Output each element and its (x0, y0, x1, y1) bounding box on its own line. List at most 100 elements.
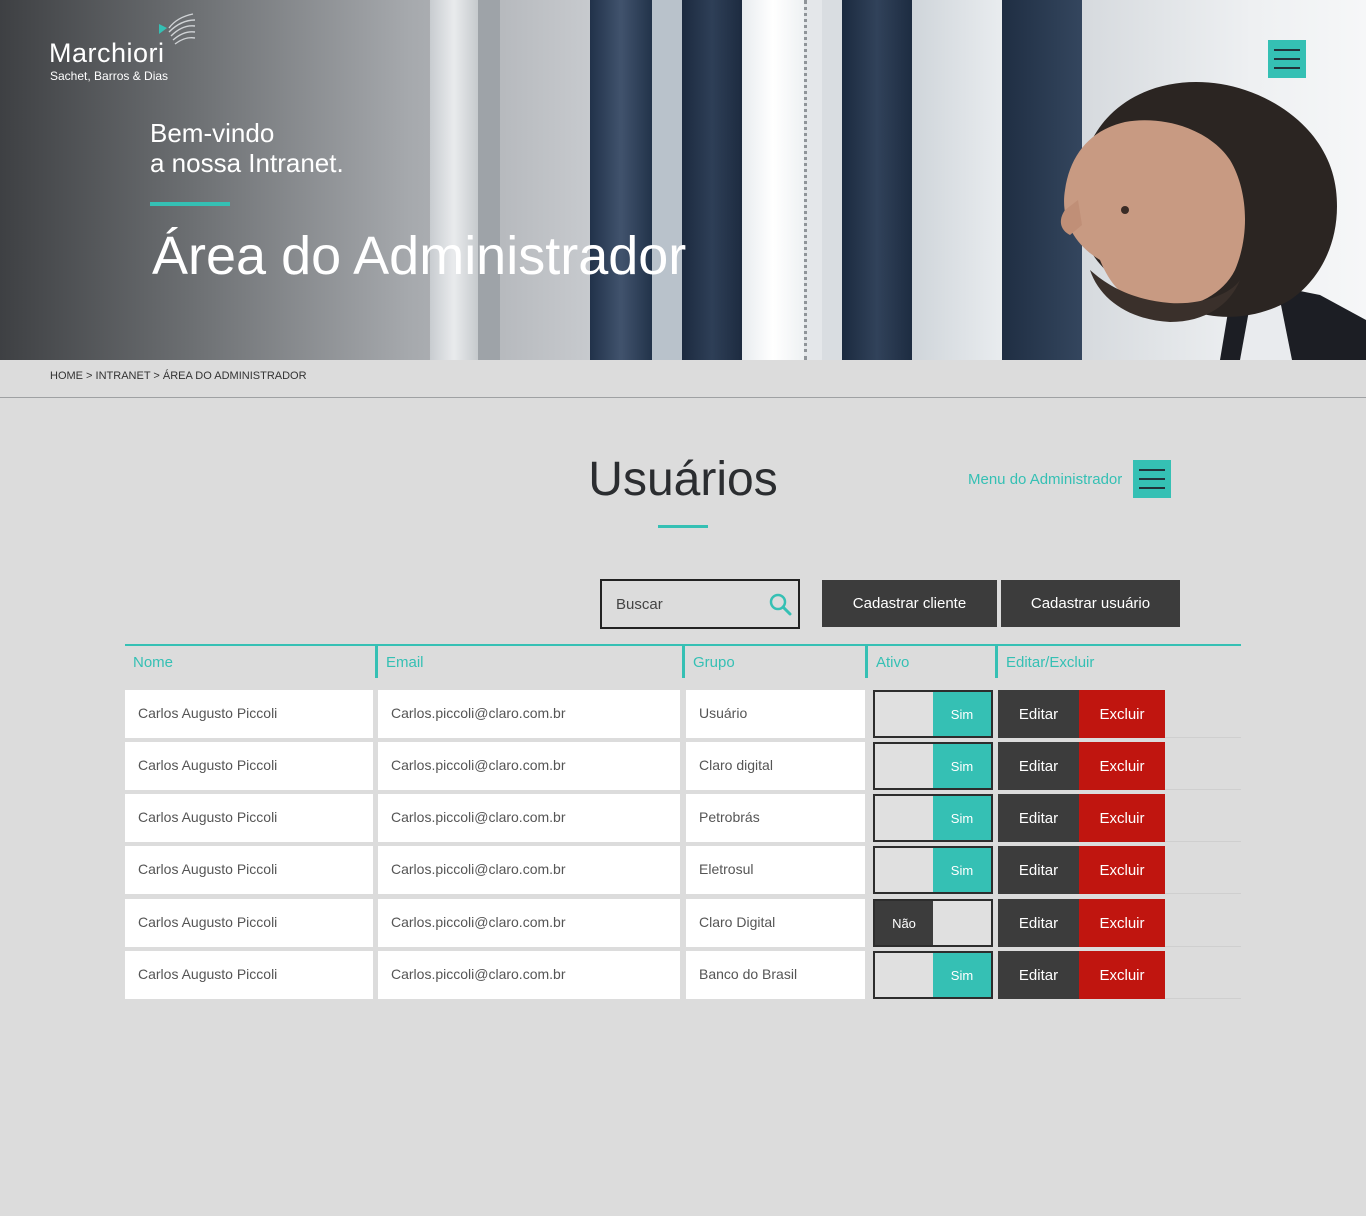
active-toggle-knob: Sim (933, 744, 991, 788)
hamburger-icon-bar (1274, 49, 1300, 51)
active-toggle[interactable]: Sim (873, 846, 993, 894)
active-toggle[interactable]: Não (873, 899, 993, 947)
search-icon[interactable] (768, 592, 792, 616)
cell-email: Carlos.piccoli@claro.com.br (378, 742, 680, 790)
breadcrumb-intranet-link[interactable]: INTRANET (96, 370, 151, 382)
table-row: Carlos Augusto Piccoli Carlos.piccoli@cl… (125, 951, 1241, 999)
cell-group: Petrobrás (686, 794, 865, 842)
active-toggle[interactable]: Sim (873, 794, 993, 842)
hero-window-frame (430, 0, 478, 360)
active-toggle[interactable]: Sim (873, 951, 993, 999)
column-header-label: Editar/Excluir (1006, 654, 1095, 671)
admin-menu-hamburger-icon[interactable] (1133, 460, 1172, 498)
search-input[interactable] (602, 581, 762, 627)
edit-button[interactable]: Editar (998, 951, 1079, 999)
breadcrumb-separator: > (83, 370, 96, 382)
delete-button[interactable]: Excluir (1079, 794, 1165, 842)
active-toggle-knob: Não (875, 901, 933, 945)
cell-name: Carlos Augusto Piccoli (125, 794, 373, 842)
edit-button[interactable]: Editar (998, 690, 1079, 738)
brand-logo[interactable]: Marchiori Sachet, Barros & Dias (49, 10, 209, 85)
cell-email: Carlos.piccoli@claro.com.br (378, 846, 680, 894)
edit-button[interactable]: Editar (998, 742, 1079, 790)
table-row: Carlos Augusto Piccoli Carlos.piccoli@cl… (125, 794, 1241, 842)
cell-group: Banco do Brasil (686, 951, 865, 999)
cell-group: Claro digital (686, 742, 865, 790)
hero-window-frame (478, 0, 500, 360)
section-title-divider (658, 525, 708, 528)
breadcrumb: HOME > INTRANET > ÁREA DO ADMINISTRADOR (0, 360, 1366, 398)
active-toggle[interactable]: Sim (873, 690, 993, 738)
active-toggle-knob: Sim (933, 692, 991, 736)
register-user-button[interactable]: Cadastrar usuário (1001, 580, 1180, 627)
cell-name: Carlos Augusto Piccoli (125, 690, 373, 738)
cell-group: Claro Digital (686, 899, 865, 947)
brand-name: Marchiori (49, 38, 165, 68)
page-title: Área do Administrador (152, 226, 687, 286)
table-row: Carlos Augusto Piccoli Carlos.piccoli@cl… (125, 846, 1241, 894)
breadcrumb-separator: > (150, 370, 163, 382)
cell-name: Carlos Augusto Piccoli (125, 742, 373, 790)
delete-button[interactable]: Excluir (1079, 690, 1165, 738)
hamburger-icon-bar (1139, 487, 1166, 489)
breadcrumb-home-link[interactable]: HOME (50, 370, 83, 382)
hero-window-frame (652, 0, 682, 360)
cell-email: Carlos.piccoli@claro.com.br (378, 690, 680, 738)
edit-button[interactable]: Editar (998, 899, 1079, 947)
table-row: Carlos Augusto Piccoli Carlos.piccoli@cl… (125, 690, 1241, 738)
table-row: Carlos Augusto Piccoli Carlos.piccoli@cl… (125, 899, 1241, 947)
hero-accent-divider (150, 202, 230, 206)
breadcrumb-trail: HOME > INTRANET > ÁREA DO ADMINISTRADOR (50, 370, 307, 382)
column-header-label: Email (386, 654, 424, 671)
welcome-text: Bem-vindo a nossa Intranet. (150, 118, 344, 178)
cell-name: Carlos Augusto Piccoli (125, 846, 373, 894)
admin-menu-label[interactable]: Menu do Administrador (968, 471, 1122, 488)
brand-tagline: Sachet, Barros & Dias (50, 69, 169, 83)
hamburger-icon-bar (1139, 469, 1166, 471)
active-toggle[interactable]: Sim (873, 742, 993, 790)
cell-email: Carlos.piccoli@claro.com.br (378, 794, 680, 842)
hero-window-frame (590, 0, 652, 360)
delete-button[interactable]: Excluir (1079, 899, 1165, 947)
table-row: Carlos Augusto Piccoli Carlos.piccoli@cl… (125, 742, 1241, 790)
admin-menu-toggle[interactable]: Menu do Administrador (968, 460, 1172, 498)
welcome-line-2: a nossa Intranet. (150, 148, 344, 178)
column-header-label: Grupo (693, 654, 735, 671)
cell-group: Usuário (686, 690, 865, 738)
edit-button[interactable]: Editar (998, 794, 1079, 842)
active-toggle-knob: Sim (933, 848, 991, 892)
hamburger-icon-bar (1274, 58, 1300, 60)
delete-button[interactable]: Excluir (1079, 742, 1165, 790)
cell-group: Eletrosul (686, 846, 865, 894)
column-header-label: Ativo (876, 654, 910, 671)
hero-window-frame (742, 0, 804, 360)
column-header-actions: Editar/Excluir (995, 646, 1241, 678)
hamburger-icon-bar (1274, 67, 1300, 69)
register-client-button[interactable]: Cadastrar cliente (822, 580, 997, 627)
column-header-active: Ativo (865, 646, 995, 678)
active-toggle-knob: Sim (933, 953, 991, 997)
delete-button[interactable]: Excluir (1079, 951, 1165, 999)
column-header-name: Nome (125, 646, 375, 678)
hero-banner: Marchiori Sachet, Barros & Dias Bem-vind… (0, 0, 1366, 360)
cell-name: Carlos Augusto Piccoli (125, 899, 373, 947)
hero-window-frame (804, 0, 822, 360)
edit-button[interactable]: Editar (998, 846, 1079, 894)
cell-email: Carlos.piccoli@claro.com.br (378, 951, 680, 999)
hero-window-frame (682, 0, 742, 360)
hamburger-icon-bar (1139, 478, 1166, 480)
main-menu-button[interactable] (1268, 40, 1306, 78)
hero-portrait-image (1060, 82, 1366, 360)
cell-name: Carlos Augusto Piccoli (125, 951, 373, 999)
hero-window-frame (912, 0, 1002, 360)
column-header-label: Nome (133, 654, 174, 671)
breadcrumb-current: ÁREA DO ADMINISTRADOR (162, 370, 307, 382)
search-box (600, 579, 800, 629)
delete-button[interactable]: Excluir (1079, 846, 1165, 894)
welcome-line-1: Bem-vindo (150, 118, 275, 148)
hero-window-frame (822, 0, 842, 360)
column-header-group: Grupo (682, 646, 865, 678)
active-toggle-knob: Sim (933, 796, 991, 840)
cell-email: Carlos.piccoli@claro.com.br (378, 899, 680, 947)
column-header-email: Email (375, 646, 682, 678)
